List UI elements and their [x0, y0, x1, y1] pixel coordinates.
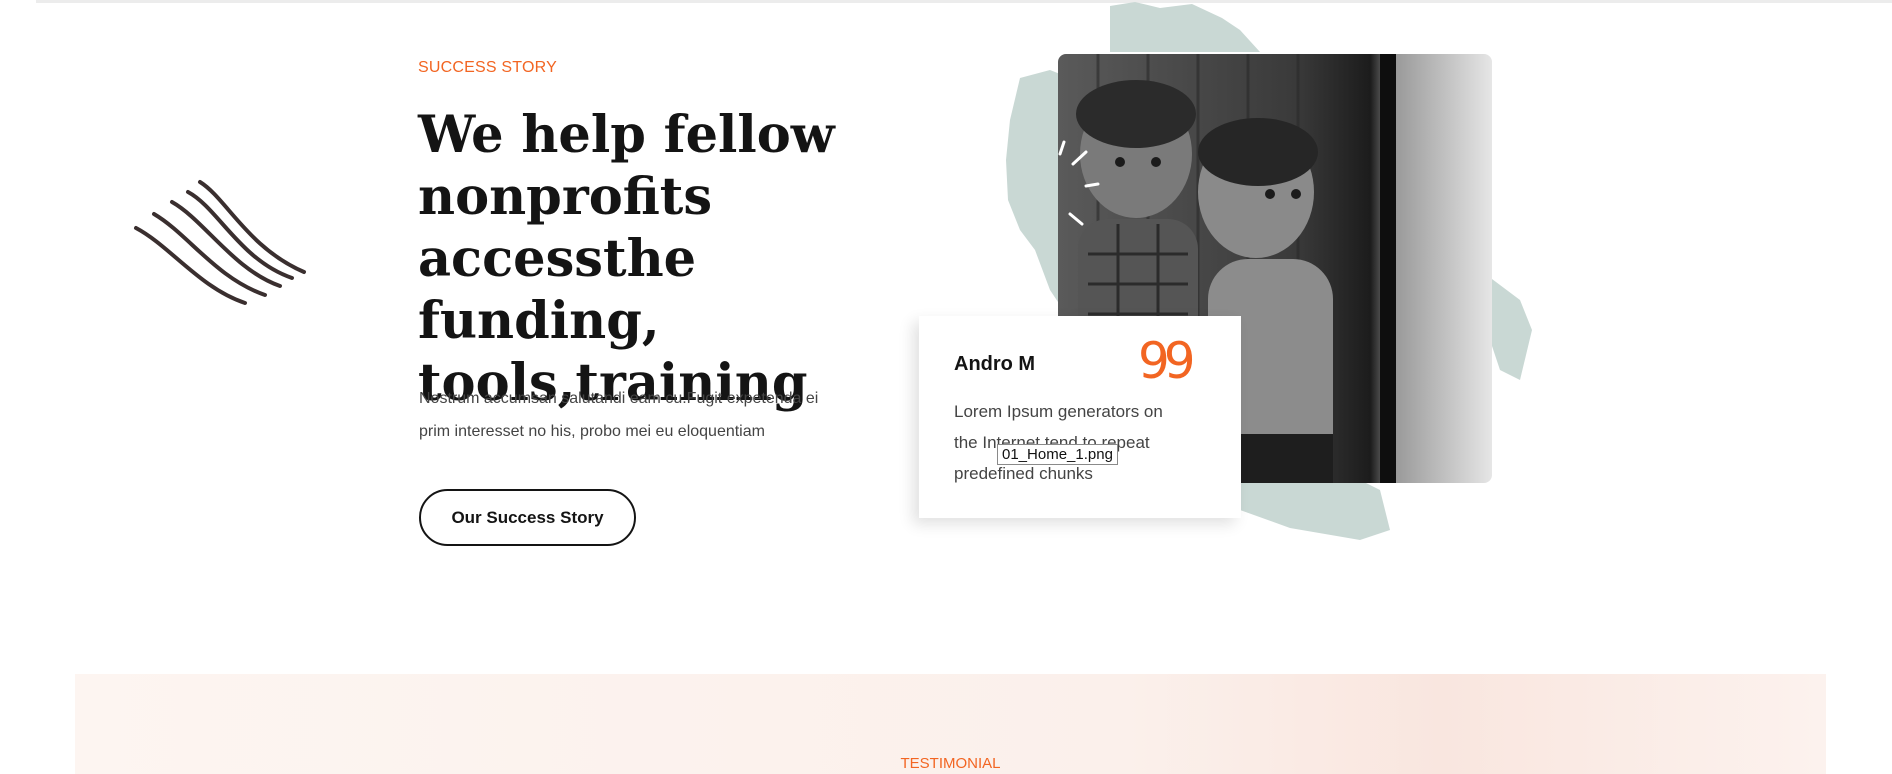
page: SUCCESS STORY We help fellow nonprofits … — [0, 0, 1892, 774]
quote-icon: 99 — [1138, 332, 1196, 390]
quote-text: Lorem Ipsum generators on the Internet t… — [954, 402, 1163, 483]
section-eyebrow: SUCCESS STORY — [418, 59, 557, 76]
testimonial-section: TESTIMONIAL — [75, 674, 1826, 774]
section-lead: Nostrum accumsan salutandi eam cu.Fugit … — [419, 390, 819, 440]
quote-card: Andro M 99 Lorem Ipsum generators on the… — [919, 316, 1241, 518]
our-success-story-button[interactable]: Our Success Story — [419, 489, 636, 546]
squiggle-lines-icon — [134, 180, 306, 305]
section-headline: We help fellow nonprofits accessthe fund… — [418, 105, 835, 413]
image-filename-tooltip: 01_Home_1.png — [997, 444, 1118, 465]
quote-author-name: Andro M — [954, 353, 1036, 375]
testimonial-eyebrow: TESTIMONIAL — [900, 755, 1001, 772]
